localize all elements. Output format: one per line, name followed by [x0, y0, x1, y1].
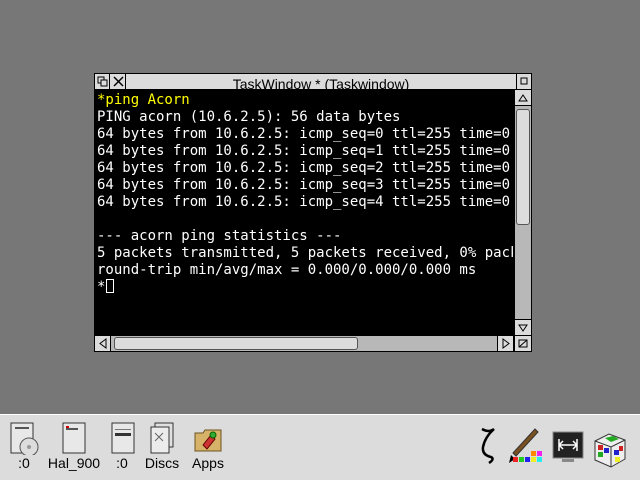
terminal-command-line: *ping Acorn [97, 92, 190, 108]
cdrom-drive-icon [10, 422, 39, 455]
apps-folder-icon [194, 429, 222, 452]
task-manager-icon [594, 433, 626, 468]
cdrom-drive-label: :0 [18, 455, 30, 471]
arrow-right-icon[interactable] [497, 336, 513, 351]
display-icon [552, 431, 584, 462]
zeta-icon [481, 427, 495, 465]
arrow-up-icon[interactable] [515, 90, 531, 106]
terminal-prompt-line[interactable]: * [97, 279, 513, 296]
back-icon[interactable] [95, 74, 110, 89]
floppy-drive-label: :0 [116, 455, 128, 471]
prompt: * [97, 279, 106, 295]
terminal-line: 64 bytes from 10.6.2.5: icmp_seq=1 ttl=2… [97, 143, 513, 159]
terminal-line: 64 bytes from 10.6.2.5: icmp_seq=0 ttl=2… [97, 126, 513, 142]
zeta-app[interactable] [474, 425, 502, 465]
discs-icon [150, 422, 174, 454]
paint-icon [509, 428, 542, 463]
terminal-line: PING acorn (10.6.2.5): 56 data bytes [97, 109, 401, 125]
horizontal-scrollbar[interactable] [94, 335, 514, 352]
harddisc-drive[interactable]: Hal_900 [44, 421, 104, 471]
terminal-line: 5 packets transmitted, 5 packets receive… [97, 245, 513, 261]
discs[interactable]: Discs [140, 421, 184, 471]
arrow-left-icon[interactable] [95, 336, 111, 351]
harddisc-label: Hal_900 [47, 455, 101, 471]
cdrom-drive[interactable]: :0 [6, 421, 42, 471]
window-title-area[interactable]: TaskWindow * (Taskwindow) [127, 74, 515, 92]
terminal-output[interactable]: *ping Acorn PING acorn (10.6.2.5): 56 da… [94, 90, 514, 335]
paint-app[interactable] [506, 425, 546, 465]
task-manager[interactable] [590, 431, 630, 469]
apps[interactable]: Apps [186, 421, 230, 471]
harddisc-icon [62, 422, 86, 454]
taskwindow: TaskWindow * (Taskwindow) *ping Acorn PI… [94, 73, 532, 352]
toggle-size-icon[interactable] [516, 74, 531, 89]
horizontal-scroll-thumb[interactable] [114, 337, 358, 350]
icon-bar: :0 Hal_900 :0 Discs Apps [0, 414, 640, 480]
arrow-down-icon[interactable] [515, 319, 531, 335]
discs-label: Discs [144, 455, 180, 471]
text-cursor [106, 279, 115, 293]
display-manager[interactable] [550, 431, 586, 463]
floppy-drive-icon [111, 422, 135, 454]
terminal-line: round-trip min/avg/max = 0.000/0.000/0.0… [97, 262, 477, 278]
vertical-scroll-thumb[interactable] [516, 109, 530, 225]
title-bar[interactable]: TaskWindow * (Taskwindow) [94, 73, 532, 92]
close-icon[interactable] [111, 74, 126, 89]
vertical-scrollbar[interactable] [514, 90, 532, 335]
terminal-line: 64 bytes from 10.6.2.5: icmp_seq=3 ttl=2… [97, 177, 513, 193]
apps-label: Apps [192, 455, 224, 471]
floppy-drive[interactable]: :0 [106, 421, 138, 471]
terminal-line: 64 bytes from 10.6.2.5: icmp_seq=2 ttl=2… [97, 160, 513, 176]
terminal-line: 64 bytes from 10.6.2.5: icmp_seq=4 ttl=2… [97, 194, 513, 210]
terminal-line: --- acorn ping statistics --- [97, 228, 342, 244]
resize-icon[interactable] [514, 335, 532, 352]
